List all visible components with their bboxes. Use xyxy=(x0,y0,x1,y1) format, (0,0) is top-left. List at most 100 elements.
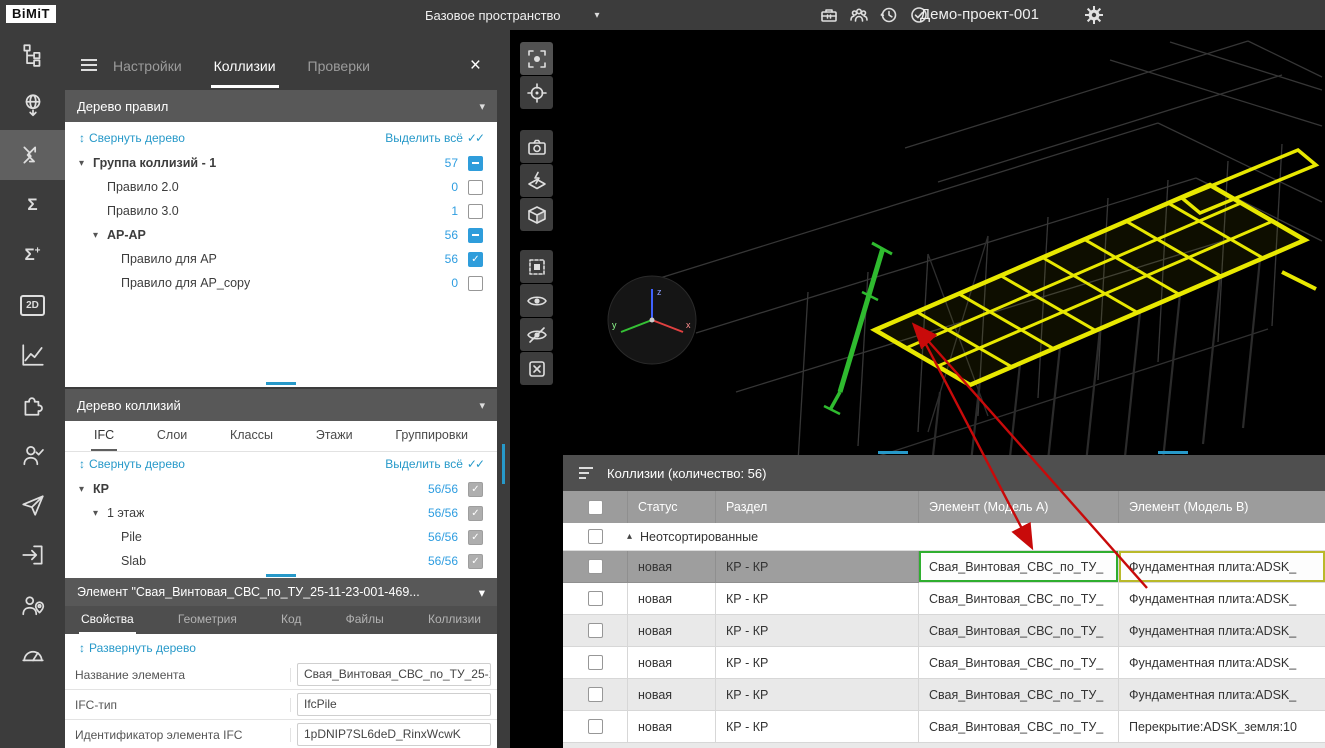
sidebar-item-plugins[interactable] xyxy=(0,380,65,430)
sidebar-item-2d-view[interactable]: 2D xyxy=(0,280,65,330)
cell-element-a[interactable]: Свая_Винтовая_СВС_по_ТУ_ xyxy=(919,583,1119,615)
panel-resize-handle[interactable] xyxy=(502,444,505,484)
tree-node-checkbox[interactable] xyxy=(468,554,483,569)
tree-node-checkbox[interactable] xyxy=(468,180,483,195)
tree-row[interactable]: Правило 3.0 1 xyxy=(65,199,497,223)
tab-properties[interactable]: Свойства xyxy=(79,606,136,634)
tree-row[interactable]: Правило для АР 56 xyxy=(65,247,497,271)
column-status[interactable]: Статус xyxy=(628,491,716,523)
tree-node-checkbox[interactable] xyxy=(468,482,483,497)
cell-element-a[interactable]: Свая_Винтовая_СВС_по_ТУ_ xyxy=(919,647,1119,679)
element-section-header[interactable]: Элемент "Свая_Винтовая_СВС_по_ТУ_25-11-2… xyxy=(65,578,497,606)
isolate-button[interactable] xyxy=(520,250,553,283)
sidebar-item-export[interactable] xyxy=(0,530,65,580)
tree-row[interactable]: Slab 56/56 xyxy=(65,549,497,573)
tree-node-checkbox[interactable] xyxy=(468,204,483,219)
collisions-tree-header[interactable]: Дерево коллизий xyxy=(65,389,497,421)
tree-row[interactable]: КР 56/56 xyxy=(65,477,497,501)
sidebar-item-dashboard[interactable] xyxy=(0,630,65,680)
cell-element-b[interactable]: Перекрытие:ADSK_земля:10 xyxy=(1119,711,1325,743)
tree-row[interactable]: 1 этаж 56/56 xyxy=(65,501,497,525)
tab-groupings[interactable]: Группировки xyxy=(392,421,471,451)
hide-elements-button[interactable] xyxy=(520,318,553,351)
collision-row[interactable]: новая КР - КР Свая_Винтовая_СВС_по_ТУ_ Ф… xyxy=(563,647,1325,679)
tab-floors[interactable]: Этажи xyxy=(313,421,356,451)
tab-settings[interactable]: Настройки xyxy=(110,30,185,88)
close-icon[interactable] xyxy=(470,56,481,75)
row-checkbox[interactable] xyxy=(588,623,603,638)
history-icon[interactable] xyxy=(878,4,900,26)
select-all-link[interactable]: Выделить всё xyxy=(385,457,483,471)
cell-element-b[interactable]: Фундаментная плита:ADSK_ xyxy=(1119,615,1325,647)
cell-element-b[interactable]: Фундаментная плита:ADSK_ xyxy=(1119,679,1325,711)
tab-layers[interactable]: Слои xyxy=(154,421,190,451)
cell-element-a[interactable]: Свая_Винтовая_СВС_по_ТУ_ xyxy=(919,551,1119,583)
tree-row[interactable]: Pile 56/56 xyxy=(65,525,497,549)
expand-caret-icon[interactable] xyxy=(79,158,93,169)
row-checkbox[interactable] xyxy=(588,687,603,702)
collision-row[interactable]: новая КР - КР Свая_Винтовая_СВС_по_ТУ_ Ф… xyxy=(563,551,1325,583)
expand-caret-icon[interactable] xyxy=(79,484,93,495)
team-icon[interactable] xyxy=(848,4,870,26)
row-checkbox[interactable] xyxy=(588,719,603,734)
table-resize-handle[interactable] xyxy=(878,451,908,454)
expand-tree-link[interactable]: Развернуть дерево xyxy=(79,641,196,655)
collapse-tree-link[interactable]: Свернуть дерево xyxy=(79,131,185,145)
sidebar-item-share[interactable] xyxy=(0,480,65,530)
tab-ifc[interactable]: IFC xyxy=(91,421,117,451)
show-elements-button[interactable] xyxy=(520,284,553,317)
row-checkbox[interactable] xyxy=(588,655,603,670)
tree-row[interactable]: АР-АР 56 xyxy=(65,223,497,247)
select-all-checkbox[interactable] xyxy=(588,500,603,515)
sidebar-item-collisions[interactable] xyxy=(0,130,65,180)
tree-node-checkbox[interactable] xyxy=(468,156,483,171)
table-menu-icon[interactable] xyxy=(579,467,593,479)
collision-row[interactable]: новая КР - КР Свая_Винтовая_СВС_по_ТУ_ Ф… xyxy=(563,583,1325,615)
sidebar-item-sum[interactable]: Σ xyxy=(0,180,65,230)
tab-collisions[interactable]: Коллизии xyxy=(211,30,279,88)
navigation-gizmo[interactable]: z x y xyxy=(607,275,697,365)
menu-icon[interactable] xyxy=(81,64,97,66)
cell-element-b[interactable]: Фундаментная плита:ADSK_ xyxy=(1119,551,1325,583)
property-value[interactable]: IfcPile xyxy=(297,693,491,716)
column-element-b[interactable]: Элемент (Модель B) xyxy=(1119,491,1325,523)
sidebar-item-charts[interactable] xyxy=(0,330,65,380)
rules-tree-header[interactable]: Дерево правил xyxy=(65,90,497,122)
sidebar-item-geo-user[interactable] xyxy=(0,580,65,630)
tree-node-checkbox[interactable] xyxy=(468,506,483,521)
sidebar-item-model-import[interactable] xyxy=(0,80,65,130)
cell-element-a[interactable]: Свая_Винтовая_СВС_по_ТУ_ xyxy=(919,679,1119,711)
tree-node-checkbox[interactable] xyxy=(468,276,483,291)
table-group-row[interactable]: Неотсортированные xyxy=(563,523,1325,551)
workspace-selector[interactable]: Базовое пространство xyxy=(425,0,600,30)
expand-caret-icon[interactable] xyxy=(93,230,107,241)
tree-row[interactable]: Правило 2.0 0 xyxy=(65,175,497,199)
select-all-link[interactable]: Выделить всё xyxy=(385,131,483,145)
column-element-a[interactable]: Элемент (Модель A) xyxy=(919,491,1119,523)
tab-code[interactable]: Код xyxy=(279,606,303,634)
app-logo[interactable]: BiMiT xyxy=(6,5,56,23)
group-checkbox[interactable] xyxy=(588,529,603,544)
tab-files[interactable]: Файлы xyxy=(344,606,386,634)
collision-row[interactable]: новая КР - КР Свая_Винтовая_СВС_по_ТУ_ Ф… xyxy=(563,615,1325,647)
section-box-button[interactable] xyxy=(520,198,553,231)
collapse-group-icon[interactable] xyxy=(627,531,632,542)
toolbox-icon[interactable] xyxy=(818,4,840,26)
tab-checks[interactable]: Проверки xyxy=(305,30,373,88)
property-value[interactable]: Свая_Винтовая_СВС_по_ТУ_25-1... xyxy=(297,663,491,686)
panel-resize-handle[interactable] xyxy=(266,382,296,385)
column-section[interactable]: Раздел xyxy=(716,491,919,523)
settings-gear-icon[interactable] xyxy=(1083,4,1105,26)
panel-resize-handle[interactable] xyxy=(266,574,296,577)
collision-row[interactable]: новая КР - КР Свая_Винтовая_СВС_по_ТУ_ П… xyxy=(563,711,1325,743)
cell-element-b[interactable]: Фундаментная плита:ADSK_ xyxy=(1119,583,1325,615)
tree-row[interactable]: Группа коллизий - 1 57 xyxy=(65,151,497,175)
cell-element-b[interactable]: Фундаментная плита:ADSK_ xyxy=(1119,647,1325,679)
section-plane-button[interactable] xyxy=(520,164,553,197)
sidebar-item-sum-plus[interactable]: Σ+ xyxy=(0,230,65,280)
clear-selection-button[interactable] xyxy=(520,352,553,385)
tab-geometry[interactable]: Геометрия xyxy=(176,606,239,634)
panel-resizer[interactable] xyxy=(497,30,510,748)
cell-element-a[interactable]: Свая_Винтовая_СВС_по_ТУ_ xyxy=(919,711,1119,743)
collapse-tree-link[interactable]: Свернуть дерево xyxy=(79,457,185,471)
